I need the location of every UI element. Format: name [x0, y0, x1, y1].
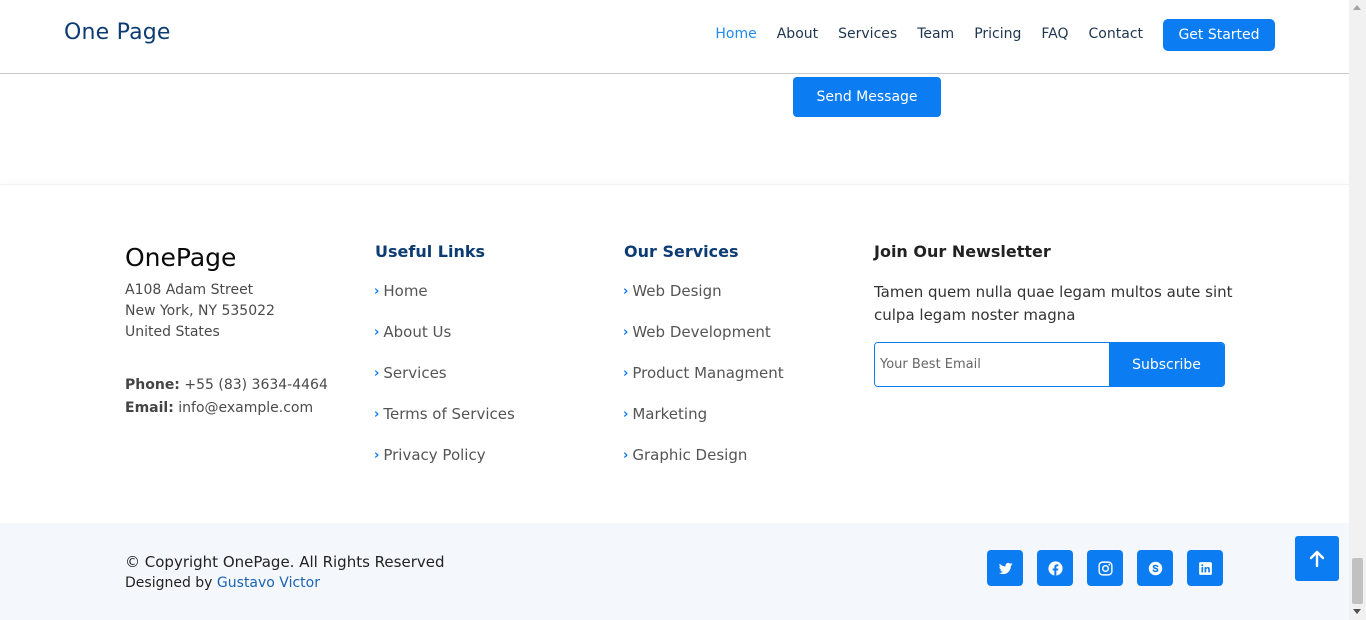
chevron-right-icon: › — [623, 325, 629, 340]
credits-text: Designed by Gustavo Victor — [125, 575, 320, 591]
footer-link-services[interactable]: Services — [383, 364, 446, 382]
phone-line: Phone: +55 (83) 3634-4464 — [125, 374, 328, 397]
list-item: › Services — [374, 364, 515, 405]
list-item: › Home — [374, 282, 515, 323]
address-line: New York, NY 535022 — [125, 303, 275, 319]
nav-services[interactable]: Services — [838, 26, 897, 42]
phone-value: +55 (83) 3634-4464 — [184, 377, 328, 393]
chevron-right-icon: › — [623, 366, 629, 381]
list-item: › Marketing — [623, 405, 784, 446]
facebook-link[interactable] — [1037, 550, 1073, 586]
scrollbar-thumb[interactable] — [1352, 558, 1363, 604]
address-line: A108 Adam Street — [125, 282, 254, 298]
newsletter-email-input[interactable] — [875, 343, 1109, 386]
social-links — [987, 550, 1223, 586]
footer-link-terms[interactable]: Terms of Services — [383, 405, 514, 423]
chevron-right-icon: › — [623, 284, 629, 299]
list-item: › Privacy Policy — [374, 446, 515, 487]
copyright-text: © Copyright OnePage. All Rights Reserved — [125, 553, 445, 571]
nav-team[interactable]: Team — [917, 26, 954, 42]
newsletter-title: Join Our Newsletter — [874, 242, 1051, 261]
chevron-right-icon: › — [623, 407, 629, 422]
footer-contact: Phone: +55 (83) 3634-4464 Email: info@ex… — [125, 374, 328, 420]
chevron-right-icon: › — [374, 448, 380, 463]
chevron-right-icon: › — [374, 325, 380, 340]
back-to-top-button[interactable] — [1295, 536, 1339, 581]
twitter-icon — [998, 562, 1013, 574]
list-item: › Product Managment — [623, 364, 784, 405]
arrow-up-icon — [1309, 550, 1325, 567]
twitter-link[interactable] — [987, 550, 1023, 586]
list-item: › About Us — [374, 323, 515, 364]
linkedin-icon — [1198, 561, 1212, 575]
credits-prefix: Designed by — [125, 575, 217, 591]
nav-contact[interactable]: Contact — [1089, 26, 1143, 42]
scroll-up-icon[interactable] — [1353, 5, 1361, 10]
site-header: One Page Home About Services Team Pricin… — [0, 0, 1349, 74]
phone-label: Phone: — [125, 377, 180, 393]
service-link-web-design[interactable]: Web Design — [632, 282, 721, 300]
email-label: Email: — [125, 400, 174, 416]
service-link-product-management[interactable]: Product Managment — [632, 364, 783, 382]
designer-link[interactable]: Gustavo Victor — [217, 575, 320, 591]
our-services-list: › Web Design › Web Development › Product Ma… — [623, 282, 784, 487]
footer-address: A108 Adam Street New York, NY 535022 Uni… — [125, 280, 275, 343]
useful-links-title: Useful Links — [375, 242, 486, 261]
instagram-link[interactable] — [1087, 550, 1123, 586]
site-logo[interactable]: One Page — [64, 20, 171, 45]
nav-faq[interactable]: FAQ — [1041, 26, 1068, 42]
skype-icon — [1148, 561, 1162, 575]
instagram-icon — [1097, 560, 1113, 576]
chevron-right-icon: › — [374, 366, 380, 381]
get-started-button[interactable]: Get Started — [1163, 19, 1275, 51]
newsletter-form: Subscribe — [874, 342, 1225, 387]
email-value: info@example.com — [178, 400, 314, 416]
list-item: › Terms of Services — [374, 405, 515, 446]
newsletter-text: Tamen quem nulla quae legam multos aute … — [874, 283, 1233, 324]
footer-link-home[interactable]: Home — [383, 282, 427, 300]
send-message-button[interactable]: Send Message — [793, 77, 941, 117]
list-item: › Web Development — [623, 323, 784, 364]
service-link-marketing[interactable]: Marketing — [632, 405, 707, 423]
subscribe-button[interactable]: Subscribe — [1109, 343, 1224, 386]
email-line: Email: info@example.com — [125, 397, 328, 420]
chevron-right-icon: › — [374, 407, 380, 422]
scroll-down-icon[interactable] — [1353, 609, 1361, 614]
skype-link[interactable] — [1137, 550, 1173, 586]
nav-pricing[interactable]: Pricing — [974, 26, 1021, 42]
service-link-graphic-design[interactable]: Graphic Design — [632, 446, 747, 464]
footer-link-about[interactable]: About Us — [383, 323, 451, 341]
footer-link-privacy[interactable]: Privacy Policy — [383, 446, 485, 464]
nav-about[interactable]: About — [777, 26, 818, 42]
list-item: › Graphic Design — [623, 446, 784, 487]
chevron-right-icon: › — [623, 448, 629, 463]
linkedin-link[interactable] — [1187, 550, 1223, 586]
address-line: United States — [125, 324, 220, 340]
page-scrollbar[interactable] — [1349, 0, 1366, 620]
footer-brand: OnePage — [125, 243, 237, 272]
facebook-icon — [1047, 560, 1063, 576]
useful-links-list: › Home › About Us › Services › Terms of Serv… — [374, 282, 515, 487]
service-link-web-development[interactable]: Web Development — [632, 323, 770, 341]
our-services-title: Our Services — [624, 242, 739, 261]
nav-home[interactable]: Home — [715, 26, 756, 42]
main-nav: Home About Services Team Pricing FAQ Con… — [715, 26, 1143, 42]
list-item: › Web Design — [623, 282, 784, 323]
chevron-right-icon: › — [374, 284, 380, 299]
